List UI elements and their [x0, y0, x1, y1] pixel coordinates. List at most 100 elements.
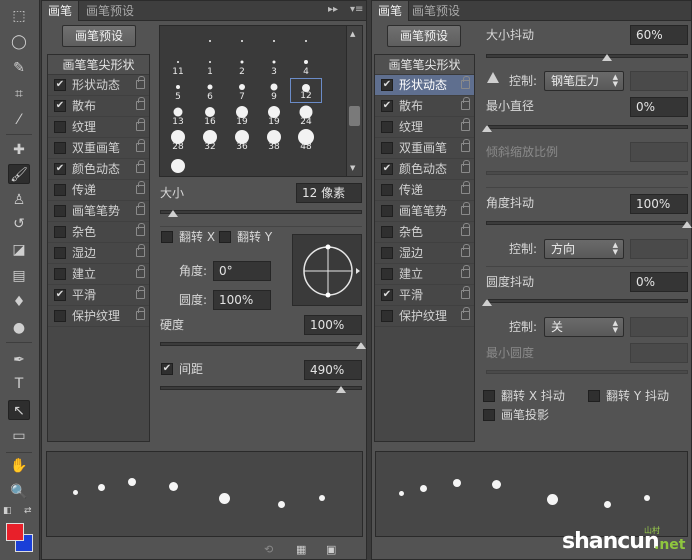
lasso-tool-icon[interactable]: ◯ [8, 32, 30, 52]
right-setting-item-3[interactable]: 双重画笔 [375, 138, 474, 159]
brush-tip-cell[interactable]: 36 [226, 128, 258, 153]
brush-tip-cell[interactable] [226, 153, 258, 178]
item-checkbox[interactable] [54, 184, 66, 196]
right-setting-item-6[interactable]: 画笔笔势 [375, 201, 474, 222]
item-checkbox[interactable]: ✔ [381, 289, 393, 301]
gradient-tool-icon[interactable]: ▤ [8, 266, 30, 286]
eyedropper-tool-icon[interactable]: ⁄ [8, 110, 30, 130]
lock-icon[interactable] [461, 202, 470, 215]
brush-tool-icon[interactable]: 🖌 [8, 164, 30, 184]
min-diameter-input[interactable]: 0% [630, 97, 688, 117]
flip-y-checkbox[interactable] [219, 231, 231, 243]
right-setting-item-0[interactable]: ✔ 形状动态 [375, 75, 474, 96]
brush-projection-checkbox[interactable] [483, 409, 495, 421]
angle-roundness-dial[interactable] [293, 235, 363, 307]
lock-icon[interactable] [461, 265, 470, 278]
brush-grid-view-icon[interactable]: ▦ [296, 543, 306, 556]
right-setting-item-2[interactable]: 纹理 [375, 117, 474, 138]
brush-tip-cell[interactable] [194, 28, 226, 53]
tab-brush-presets[interactable]: 画笔预设 [80, 1, 140, 21]
size-control-select[interactable]: 钢笔压力 ▲ ▼ [544, 71, 624, 91]
toggle-bristle-preview-icon[interactable]: ⟲ [264, 543, 273, 556]
brush-tip-cell[interactable] [226, 28, 258, 53]
dodge-tool-icon[interactable]: ● [8, 318, 30, 338]
foreground-color-swatch[interactable] [6, 523, 24, 541]
item-checkbox[interactable] [381, 205, 393, 217]
right-setting-item-7[interactable]: 杂色 [375, 222, 474, 243]
item-checkbox[interactable]: ✔ [381, 163, 393, 175]
lock-icon[interactable] [461, 307, 470, 320]
size-slider[interactable] [160, 210, 362, 217]
angle-jitter-slider-thumb[interactable] [682, 221, 692, 228]
lock-icon[interactable] [136, 160, 145, 173]
lock-icon[interactable] [461, 244, 470, 257]
left-setting-item-2[interactable]: 纹理 [48, 117, 149, 138]
lock-icon[interactable] [461, 181, 470, 194]
roundness-input[interactable]: 100% [213, 290, 271, 310]
zoom-tool-icon[interactable]: 🔍 [8, 482, 30, 502]
item-checkbox[interactable] [54, 268, 66, 280]
brush-tip-cell[interactable]: 48 [290, 128, 322, 153]
marquee-tool-icon[interactable]: ⬚ [8, 6, 30, 26]
right-setting-item-10[interactable]: ✔ 平滑 [375, 285, 474, 306]
brush-tip-cell[interactable]: 13 [162, 103, 194, 128]
path-selection-tool-icon[interactable]: ↖ [8, 400, 30, 420]
hand-tool-icon[interactable]: ✋ [8, 456, 30, 476]
roundness-control-select[interactable]: 关 ▲ ▼ [544, 317, 624, 337]
angle-roundness-widget[interactable] [292, 234, 362, 306]
pen-tool-icon[interactable]: ✒ [8, 350, 30, 370]
lock-icon[interactable] [461, 76, 470, 89]
item-checkbox[interactable] [54, 142, 66, 154]
item-checkbox[interactable] [381, 226, 393, 238]
brush-tip-cell[interactable]: 9 [258, 78, 290, 103]
lock-icon[interactable] [136, 76, 145, 89]
lock-icon[interactable] [136, 202, 145, 215]
brush-tip-cell[interactable]: 11 [162, 53, 194, 78]
brush-presets-button[interactable]: 画笔预设 [62, 25, 136, 47]
lock-icon[interactable] [461, 286, 470, 299]
new-brush-icon[interactable]: ▣ [326, 543, 336, 556]
left-setting-item-10[interactable]: ✔ 平滑 [48, 285, 149, 306]
left-setting-item-9[interactable]: 建立 [48, 264, 149, 285]
item-checkbox[interactable] [381, 121, 393, 133]
shape-tool-icon[interactable]: ▭ [8, 426, 30, 446]
lock-icon[interactable] [136, 97, 145, 110]
right-setting-item-4[interactable]: ✔ 颜色动态 [375, 159, 474, 180]
left-setting-item-7[interactable]: 杂色 [48, 222, 149, 243]
brush-tip-shape-item[interactable]: 画笔笔尖形状 [48, 55, 149, 75]
lock-icon[interactable] [136, 307, 145, 320]
item-checkbox[interactable] [54, 226, 66, 238]
item-checkbox[interactable] [381, 268, 393, 280]
right-setting-item-5[interactable]: 传递 [375, 180, 474, 201]
hardness-input[interactable]: 100% [304, 315, 362, 335]
flip-x-checkbox[interactable] [161, 231, 173, 243]
swap-colors-icon[interactable]: ⇄ [24, 506, 32, 516]
brush-presets-button[interactable]: 画笔预设 [387, 25, 461, 47]
brush-tip-cell[interactable]: 7 [226, 78, 258, 103]
roundness-jitter-input[interactable]: 0% [630, 272, 688, 292]
healing-brush-tool-icon[interactable]: ✚ [8, 140, 30, 160]
brush-grid-scrollbar[interactable]: ▲ ▼ [346, 26, 362, 176]
brush-tip-cell[interactable]: 19 [226, 103, 258, 128]
hardness-slider[interactable] [160, 342, 366, 349]
brush-tip-cell[interactable]: 2 [226, 53, 258, 78]
roundness-jitter-slider[interactable] [482, 299, 688, 306]
lock-icon[interactable] [461, 118, 470, 131]
brush-tip-cell[interactable]: 24 [290, 103, 322, 128]
lock-icon[interactable] [461, 160, 470, 173]
right-setting-item-1[interactable]: ✔ 散布 [375, 96, 474, 117]
lock-icon[interactable] [461, 223, 470, 236]
brush-tip-cell[interactable]: 38 [258, 128, 290, 153]
angle-input[interactable]: 0° [213, 261, 271, 281]
item-checkbox[interactable] [381, 142, 393, 154]
item-checkbox[interactable]: ✔ [54, 100, 66, 112]
flip-x-jitter-checkbox[interactable] [483, 390, 495, 402]
spacing-checkbox[interactable]: ✔ [161, 363, 173, 375]
brush-tip-shape-item[interactable]: 画笔笔尖形状 [375, 55, 474, 75]
lock-icon[interactable] [136, 286, 145, 299]
min-diameter-slider-thumb[interactable] [482, 125, 492, 132]
history-brush-tool-icon[interactable]: ↺ [8, 214, 30, 234]
tab-brush-presets[interactable]: 画笔预设 [406, 1, 466, 21]
lock-icon[interactable] [136, 223, 145, 236]
item-checkbox[interactable] [54, 247, 66, 259]
